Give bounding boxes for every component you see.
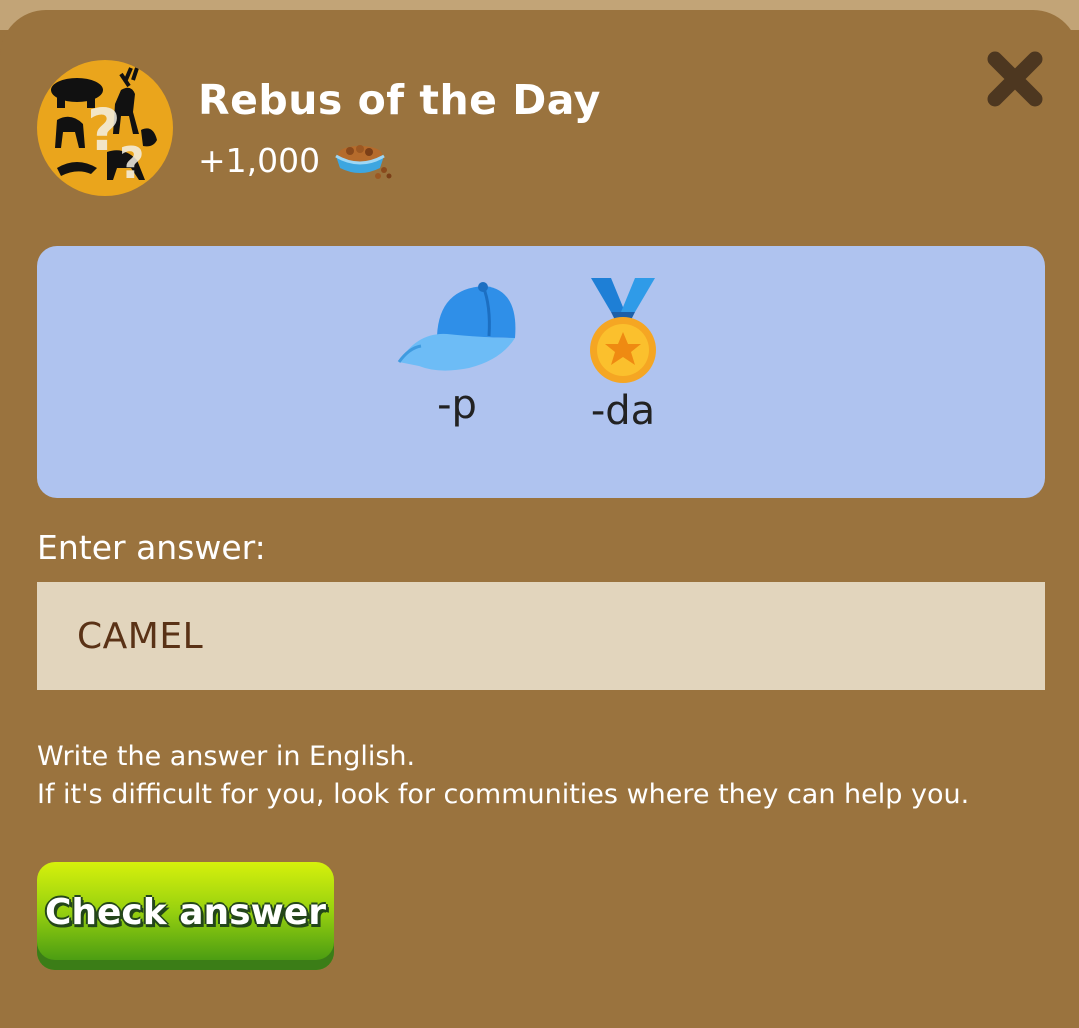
pet-food-bowl-icon [335, 145, 392, 179]
close-button[interactable] [982, 46, 1048, 112]
svg-text:?: ? [119, 138, 145, 189]
medal-icon [590, 278, 656, 383]
clue-text: -p [437, 382, 477, 428]
answer-input[interactable] [37, 582, 1045, 690]
reward-amount: +1,000 [198, 140, 321, 180]
clue-medal: -da [558, 274, 688, 434]
svg-text:?: ? [87, 96, 121, 164]
check-answer-label: Check answer [44, 891, 327, 933]
rebus-card: -p -da [37, 246, 1045, 498]
check-answer-button[interactable]: Check answer [37, 862, 334, 970]
cap-icon [397, 282, 516, 371]
hint-line: If it's difficult for you, look for comm… [37, 779, 970, 810]
answer-label: Enter answer: [37, 528, 266, 567]
clue-text: -da [590, 388, 656, 434]
reward: +1,000 [198, 138, 394, 182]
hint-text: Write the answer in English. If it's dif… [37, 738, 969, 814]
clue-cap: -p [392, 274, 522, 428]
dialog-title: Rebus of the Day [198, 76, 601, 124]
hint-line: Write the answer in English. [37, 741, 416, 772]
animals-question-marks-icon: ? ? [37, 60, 173, 196]
close-icon [987, 51, 1043, 107]
